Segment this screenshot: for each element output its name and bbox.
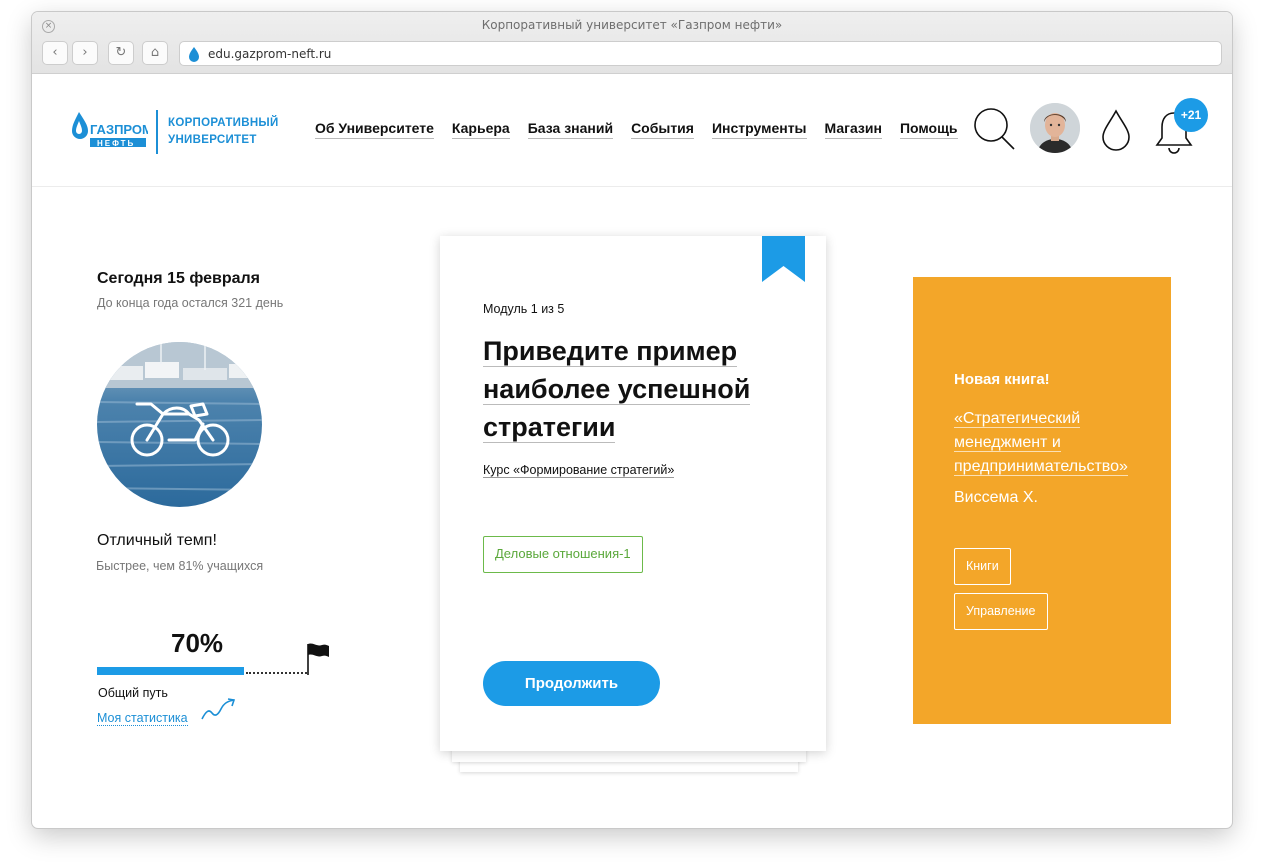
progress-bar-fill — [97, 667, 244, 675]
task-card: Модуль 1 из 5 Приведите пример наиболее … — [440, 236, 826, 751]
finish-flag-icon — [307, 643, 329, 675]
logo-caption-line2: УНИВЕРСИТЕТ — [168, 134, 257, 146]
menu-item-events[interactable]: События — [631, 120, 694, 139]
avatar[interactable] — [1030, 103, 1080, 153]
today-date: Сегодня 15 февраля — [97, 270, 261, 287]
drop-icon[interactable] — [1100, 108, 1132, 152]
task-question[interactable]: Приведите пример наиболее успешной страт… — [483, 332, 793, 446]
motorcycle-icon — [130, 402, 230, 457]
days-left: До конца года остался 321 день — [97, 296, 284, 310]
site-header: ГАЗПРОМ НЕФТЬ КОРПОРАТИВНЫЙ УНИВЕРСИТЕТ … — [32, 74, 1232, 187]
logo-caption[interactable]: КОРПОРАТИВНЫЙ УНИВЕРСИТЕТ — [168, 115, 279, 149]
pace-title: Отличный темп! — [97, 532, 217, 549]
menu-item-about[interactable]: Об Университете — [315, 120, 434, 139]
logo-brand-bottom: НЕФТЬ — [97, 139, 135, 148]
course-link[interactable]: Курс «Формирование стратегий» — [483, 463, 675, 478]
tag-books[interactable]: Книги — [954, 548, 1011, 585]
site-favicon-icon — [189, 47, 199, 62]
progress-panel: Сегодня 15 февраля До конца года остался… — [96, 270, 397, 726]
reload-button[interactable]: ↻ — [108, 41, 134, 65]
menu-item-help[interactable]: Помощь — [899, 120, 958, 139]
url-text: edu.gazprom-neft.ru — [208, 47, 332, 61]
pace-subtitle: Быстрее, чем 81% учащихся — [96, 559, 264, 573]
forward-button[interactable]: › — [72, 41, 98, 65]
progress-percent: 70% — [171, 628, 224, 658]
logo-caption-line1: КОРПОРАТИВНЫЙ — [168, 117, 279, 129]
module-counter: Модуль 1 из 5 — [483, 302, 565, 316]
logo-brand-top: ГАЗПРОМ — [90, 122, 148, 137]
user-photo-icon — [1030, 103, 1080, 153]
skill-tag[interactable]: Деловые отношения-1 — [483, 536, 643, 573]
promo-title: Новая книга! — [954, 371, 1050, 388]
bookmark-icon[interactable] — [762, 236, 805, 282]
search-icon[interactable] — [972, 106, 1018, 152]
main-menu: Об Университете Карьера База знаний Собы… — [315, 120, 958, 139]
task-question-text: Приведите пример наиболее успешной страт… — [483, 336, 751, 443]
book-author: Виссема Х. — [954, 489, 1038, 506]
notification-badge[interactable]: +21 — [1174, 98, 1208, 132]
menu-item-knowledge-base[interactable]: База знаний — [527, 120, 614, 139]
continue-button[interactable]: Продолжить — [483, 661, 660, 706]
address-bar[interactable]: edu.gazprom-neft.ru — [179, 41, 1222, 66]
menu-item-tools[interactable]: Инструменты — [711, 120, 807, 139]
window-title: Корпоративный университет «Газпром нефти… — [481, 18, 783, 32]
my-stats-link[interactable]: Моя статистика — [97, 711, 188, 726]
progress-bar — [97, 667, 307, 675]
browser-window: × Корпоративный университет «Газпром неф… — [32, 12, 1232, 828]
pace-image — [97, 342, 262, 507]
gazprom-neft-logo[interactable]: ГАЗПРОМ НЕФТЬ — [70, 108, 153, 148]
trend-chart-icon[interactable] — [200, 697, 236, 723]
menu-item-shop[interactable]: Магазин — [824, 120, 882, 139]
logo-divider — [156, 110, 158, 154]
menu-item-career[interactable]: Карьера — [451, 120, 510, 139]
tag-management[interactable]: Управление — [954, 593, 1048, 630]
home-button[interactable]: ⌂ — [142, 41, 168, 65]
new-book-promo: Новая книга! «Стратегический менеджмент … — [913, 277, 1171, 724]
progress-bar-remaining — [246, 672, 307, 674]
progress-label: Общий путь — [98, 686, 168, 700]
book-title-text: «Стратегический менеджмент и предпринима… — [954, 410, 1128, 476]
gazprom-flame-icon: ГАЗПРОМ НЕФТЬ — [72, 112, 153, 148]
book-title-link[interactable]: «Стратегический менеджмент и предпринима… — [954, 407, 1154, 479]
browser-toolbar: × Корпоративный университет «Газпром неф… — [32, 12, 1232, 74]
back-button[interactable]: ‹ — [42, 41, 68, 65]
